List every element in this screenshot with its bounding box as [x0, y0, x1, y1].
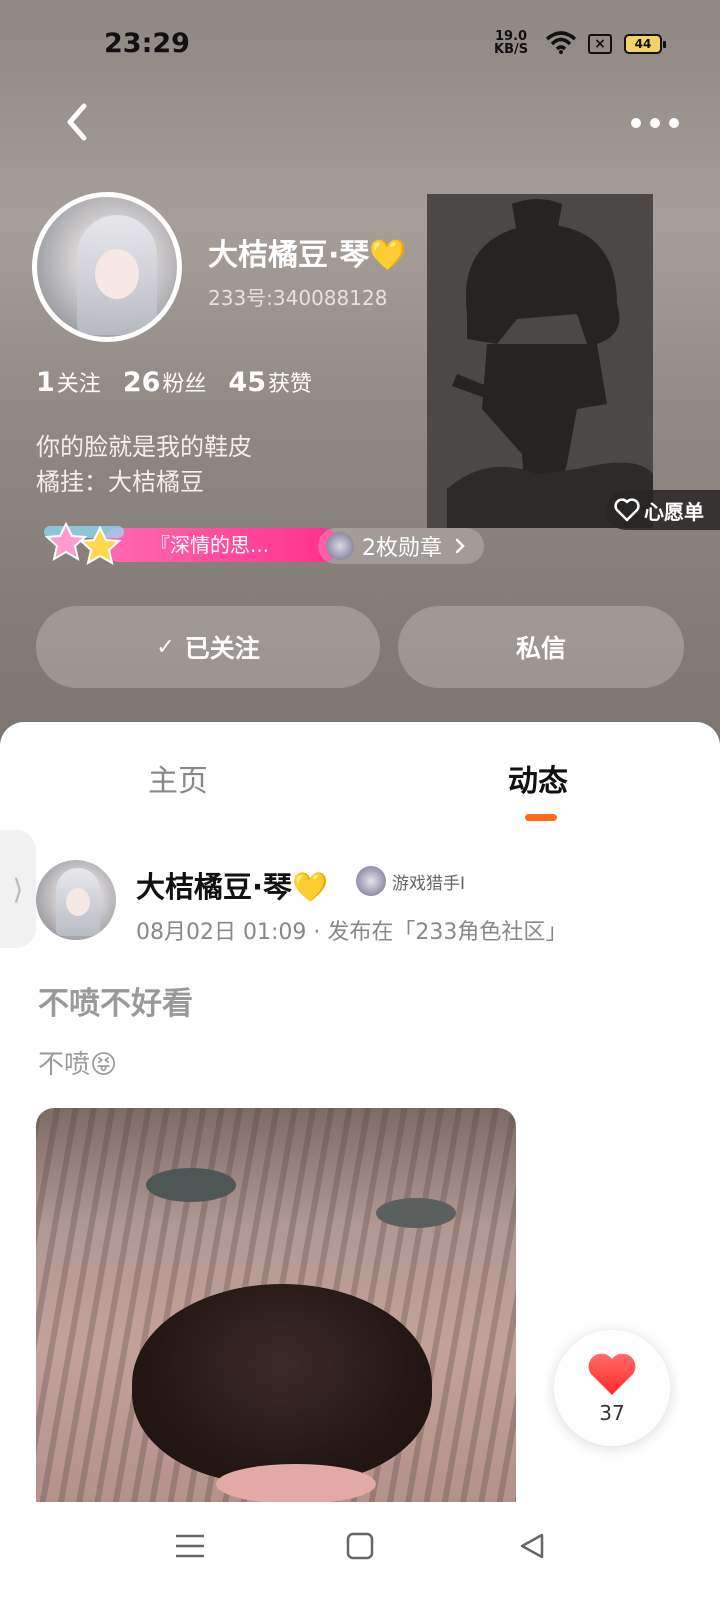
post-image[interactable] [36, 1108, 516, 1504]
badge-icon [356, 866, 386, 896]
bio-line: 你的脸就是我的鞋皮 [36, 433, 252, 461]
system-nav-bar [0, 1502, 720, 1600]
like-button[interactable]: 37 [554, 1330, 670, 1446]
home-square-icon[interactable] [346, 1532, 374, 1560]
stat-likes-num: 45 [228, 367, 266, 398]
post-author-badge: 游戏猎手I [356, 866, 465, 896]
back-triangle-icon[interactable] [518, 1532, 546, 1560]
title-badge-text: 『深情的思... [102, 528, 340, 562]
stars-icon [44, 521, 124, 566]
medals-label: 2枚勋章 [362, 536, 442, 561]
post-text: 不喷😝 [38, 1050, 118, 1080]
avatar-face [95, 249, 139, 299]
message-label: 私信 [515, 634, 566, 663]
medal-icon [326, 532, 354, 560]
status-time: 23:29 [104, 28, 190, 59]
character-silhouette [447, 199, 653, 528]
wifi-icon [545, 31, 577, 54]
wish-list-label: 心愿单 [644, 499, 704, 524]
image-mouth [216, 1464, 376, 1504]
image-dog-nose [132, 1284, 432, 1484]
side-drawer-handle[interactable]: ⟩ [0, 830, 36, 948]
stat-likes-label: 获赞 [267, 372, 312, 397]
stat-fans[interactable]: 26粉丝 [123, 366, 207, 398]
battery-icon: 44 [624, 34, 666, 54]
chevron-right-icon [455, 538, 465, 554]
status-bar: 23:29 19.0 KB/S × 44 [0, 0, 720, 90]
message-button[interactable]: 私信 [398, 606, 684, 688]
follow-button[interactable]: ✓ 已关注 [36, 606, 380, 688]
heart-outline-icon [614, 498, 640, 522]
net-speed: 19.0 KB/S [494, 30, 528, 56]
net-speed-unit: KB/S [494, 42, 529, 57]
stat-following[interactable]: 1关注 [36, 366, 101, 398]
bio-line: 橘挂：大桔橘豆 [36, 468, 204, 496]
stat-following-num: 1 [36, 367, 55, 398]
profile-bio: 你的脸就是我的鞋皮 橘挂：大桔橘豆 [36, 430, 252, 500]
profile-stats: 1关注 26粉丝 45获赞 [36, 366, 312, 398]
title-badge[interactable]: 『深情的思... [40, 518, 340, 568]
profile-avatar[interactable] [32, 192, 182, 342]
follow-label: 已关注 [184, 634, 260, 663]
tab-home[interactable]: 主页 [148, 756, 208, 800]
check-icon: ✓ [156, 634, 175, 660]
post-author-avatar[interactable] [36, 860, 116, 940]
more-icon[interactable] [630, 108, 680, 138]
stat-likes[interactable]: 45获赞 [228, 366, 312, 398]
no-sim-icon: × [588, 34, 612, 54]
back-icon[interactable] [56, 100, 100, 144]
image-eye [376, 1198, 456, 1228]
badge-label: 游戏猎手I [392, 873, 466, 894]
post-meta: 08月02日 01:09 · 发布在「233角色社区」 [136, 920, 568, 945]
profile-id: 233号:340088128 [208, 286, 388, 310]
avatar-face [66, 888, 90, 916]
tab-indicator [525, 814, 557, 821]
image-eye [146, 1168, 236, 1202]
menu-icon[interactable] [174, 1532, 206, 1560]
tab-feed[interactable]: 动态 [508, 756, 568, 800]
stat-fans-num: 26 [122, 367, 161, 398]
character-figure[interactable] [427, 194, 653, 528]
post-title: 不喷不好看 [38, 986, 193, 1022]
like-count: 37 [599, 1401, 625, 1425]
stat-fans-label: 粉丝 [162, 372, 207, 397]
profile-name: 大桔橘豆·琴💛 [208, 238, 407, 273]
medals-button[interactable]: 2枚勋章 [318, 528, 484, 564]
heart-icon [588, 1353, 636, 1395]
stat-following-label: 关注 [56, 372, 101, 397]
post-author-name[interactable]: 大桔橘豆·琴💛 [136, 864, 328, 906]
wish-list-button[interactable]: 心愿单 [606, 490, 720, 530]
